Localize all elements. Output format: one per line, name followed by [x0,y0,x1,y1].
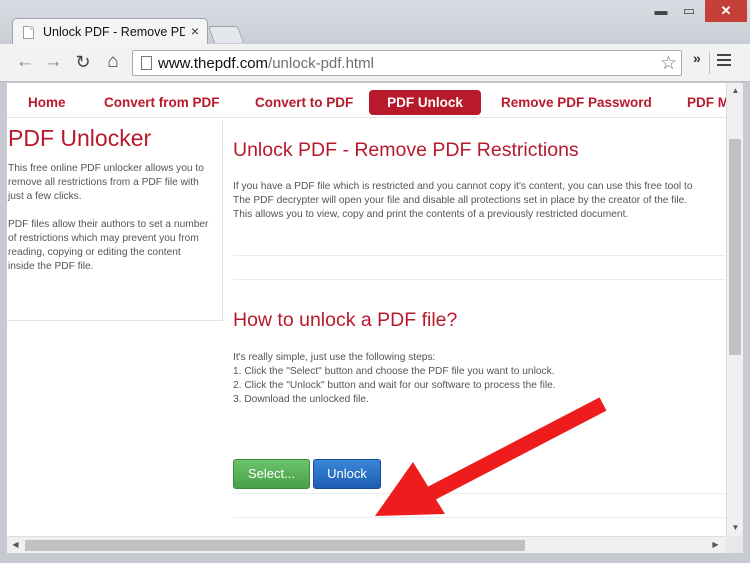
hamburger-menu-icon[interactable] [717,54,731,69]
sidebar-line: inside the PDF file. [8,261,94,272]
section-heading: How to unlock a PDF file? [233,309,458,331]
nav-remove-pdf-password[interactable]: Remove PDF Password [501,90,652,115]
new-tab-button[interactable] [207,26,245,43]
sidebar-line: remove all restrictions from a PDF file … [8,177,199,188]
address-bar[interactable]: www.thepdf.com/unlock-pdf.html ☆ [132,50,682,76]
intro-line: The PDF decrypter will open your file an… [233,195,688,206]
sidebar-paragraph-2: PDF files allow their authors to set a n… [8,218,222,274]
back-icon[interactable]: ← [14,51,36,73]
horizontal-scroll-thumb[interactable] [25,540,525,551]
star-icon[interactable]: ☆ [660,52,677,75]
scrollbar-corner [726,536,743,553]
home-icon[interactable]: ⌂ [102,51,124,73]
sidebar-line: reading, copying or editing the content [8,247,181,258]
vertical-scroll-thumb[interactable] [729,139,741,355]
maximize-button[interactable]: ▭ [676,0,702,22]
url-path: /unlock-pdf.html [268,55,374,72]
toolbar-divider [709,52,710,74]
url-text[interactable]: www.thepdf.com/unlock-pdf.html [158,55,374,72]
browser-tab[interactable]: Unlock PDF - Remove PDF × [12,18,208,46]
page-viewport: Home Convert from PDF Convert to PDF PDF… [7,83,726,536]
nav-convert-from-pdf[interactable]: Convert from PDF [104,90,220,115]
sidebar-line: PDF files allow their authors to set a n… [8,219,209,230]
scroll-right-icon[interactable]: ▶ [707,540,724,549]
intro-paragraph: If you have a PDF file which is restrict… [233,180,693,222]
page-icon [141,56,152,70]
intro-line: This allows you to view, copy and print … [233,209,629,220]
vertical-scrollbar[interactable]: ▲ ▼ [726,83,743,536]
window-frame [0,553,750,563]
sidebar-line: just a few clicks. [8,191,82,202]
tab-title: Unlock PDF - Remove PDF [43,25,185,39]
intro-line: If you have a PDF file which is restrict… [233,181,693,192]
close-window-button[interactable]: ✕ [705,0,747,22]
sidebar: PDF Unlocker This free online PDF unlock… [7,121,223,321]
site-nav: Home Convert from PDF Convert to PDF PDF… [7,88,726,118]
nav-pdf-more[interactable]: PDF M [687,90,726,115]
page-icon [23,26,34,39]
nav-home[interactable]: Home [28,90,66,115]
horizontal-scrollbar[interactable]: ◀ ▶ [7,536,726,553]
select-button[interactable]: Select... [233,459,310,489]
forward-icon[interactable]: → [42,51,64,73]
divider [233,255,726,256]
reload-icon[interactable]: ↻ [72,51,94,73]
sidebar-title: PDF Unlocker [8,125,152,151]
divider [233,279,726,280]
arrow-shaft [403,397,607,513]
sidebar-line: of restrictions which may prevent you fr… [8,233,199,244]
red-arrow-annotation [375,397,607,516]
step-line: 1. Click the "Select" button and choose … [233,366,555,377]
page-title: Unlock PDF - Remove PDF Restrictions [233,139,579,161]
scroll-down-icon[interactable]: ▼ [727,523,744,532]
close-tab-icon[interactable]: × [191,23,199,39]
browser-toolbar: ← → ↻ ⌂ www.thepdf.com/unlock-pdf.html ☆ [0,44,750,82]
nav-convert-to-pdf[interactable]: Convert to PDF [255,90,353,115]
title-bar: Unlock PDF - Remove PDF × ▬ ▭ ✕ [0,0,750,46]
double-chevron-icon[interactable]: » [693,50,701,66]
scroll-up-icon[interactable]: ▲ [727,86,744,95]
step-line: It's really simple, just use the followi… [233,352,436,363]
scroll-left-icon[interactable]: ◀ [7,540,24,549]
url-host: www.thepdf.com [158,55,269,72]
sidebar-paragraph-1: This free online PDF unlocker allows you… [8,162,222,204]
minimize-button[interactable]: ▬ [648,0,674,22]
nav-pdf-unlock[interactable]: PDF Unlock [369,90,481,115]
sidebar-line: This free online PDF unlocker allows you… [8,163,204,174]
